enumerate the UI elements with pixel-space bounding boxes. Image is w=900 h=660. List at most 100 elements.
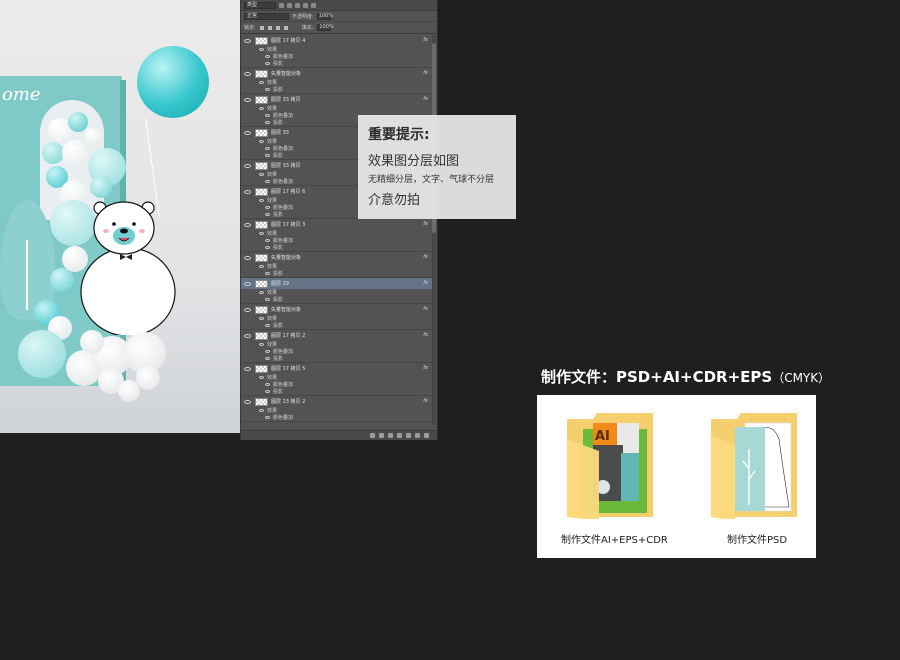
layer-filter-select[interactable]: 类型 (244, 1, 276, 9)
layer-item[interactable]: 图层 17 拷贝 3 fx 效果 颜色叠加 投影 (241, 219, 433, 252)
layer-row[interactable]: 图层 17 拷贝 2 fx (241, 330, 433, 341)
layer-effect-row[interactable]: 投影 (241, 86, 433, 93)
new-group-icon[interactable] (406, 433, 411, 438)
visibility-eye-icon[interactable] (244, 222, 251, 227)
layer-item[interactable]: 图层 17 拷贝 4 fx 效果 颜色叠加 投影 (241, 35, 433, 68)
fx-icon[interactable]: fx (423, 70, 428, 76)
effect-visibility-eye-icon[interactable] (265, 55, 270, 58)
adjustment-filter-icon[interactable] (287, 2, 292, 8)
pixel-filter-icon[interactable] (279, 2, 284, 8)
effect-visibility-eye-icon[interactable] (259, 173, 264, 176)
layer-item[interactable]: 矢量智能对象 fx 效果 投影 (241, 304, 433, 330)
effect-visibility-eye-icon[interactable] (259, 140, 264, 143)
layers-scrollbar[interactable] (432, 35, 436, 425)
layer-effect-row[interactable]: 颜色叠加 (241, 348, 433, 355)
layer-item[interactable]: 图层 17 拷贝 2 fx 效果 颜色叠加 投影 (241, 330, 433, 363)
new-fill-layer-icon[interactable] (397, 433, 402, 438)
layer-effect-row[interactable]: 颜色叠加 (241, 414, 433, 421)
visibility-eye-icon[interactable] (244, 255, 251, 260)
fx-icon[interactable]: fx (423, 365, 428, 371)
effect-visibility-eye-icon[interactable] (265, 88, 270, 91)
shape-filter-icon[interactable] (303, 2, 308, 8)
visibility-eye-icon[interactable] (244, 71, 251, 76)
lock-transparency-icon[interactable] (259, 25, 264, 30)
opacity-input[interactable]: 100% (316, 12, 333, 20)
effect-visibility-eye-icon[interactable] (265, 121, 270, 124)
fx-icon[interactable]: fx (423, 96, 428, 102)
effect-visibility-eye-icon[interactable] (265, 383, 270, 386)
effect-visibility-eye-icon[interactable] (265, 147, 270, 150)
effect-visibility-eye-icon[interactable] (265, 272, 270, 275)
fx-icon[interactable]: fx (423, 280, 428, 286)
link-layers-icon[interactable] (370, 433, 375, 438)
effect-visibility-eye-icon[interactable] (259, 81, 264, 84)
effect-visibility-eye-icon[interactable] (259, 409, 264, 412)
lock-image-icon[interactable] (267, 25, 272, 30)
effect-visibility-eye-icon[interactable] (265, 154, 270, 157)
layer-effect-row[interactable]: 投影 (241, 270, 433, 277)
visibility-eye-icon[interactable] (244, 333, 251, 338)
effect-visibility-eye-icon[interactable] (265, 357, 270, 360)
effect-visibility-eye-icon[interactable] (265, 239, 270, 242)
effect-visibility-eye-icon[interactable] (259, 48, 264, 51)
effect-visibility-eye-icon[interactable] (259, 265, 264, 268)
folder-ai-icon[interactable]: AI (565, 409, 655, 521)
effect-visibility-eye-icon[interactable] (265, 390, 270, 393)
layer-effect-row[interactable]: 投影 (241, 322, 433, 329)
effect-visibility-eye-icon[interactable] (265, 350, 270, 353)
effect-visibility-eye-icon[interactable] (259, 199, 264, 202)
effect-visibility-eye-icon[interactable] (265, 324, 270, 327)
visibility-eye-icon[interactable] (244, 366, 251, 371)
effect-visibility-eye-icon[interactable] (259, 232, 264, 235)
smart-object-filter-icon[interactable] (311, 2, 316, 8)
layer-row[interactable]: 矢量智能对象 fx (241, 252, 433, 263)
layer-effect-row[interactable]: 投影 (241, 244, 433, 251)
effect-visibility-eye-icon[interactable] (265, 114, 270, 117)
fx-icon[interactable]: fx (423, 37, 428, 43)
type-filter-icon[interactable] (295, 2, 300, 8)
fx-icon[interactable]: fx (423, 332, 428, 338)
layer-row[interactable]: 图层 17 拷贝 4 fx (241, 35, 433, 46)
layer-effect-row[interactable]: 效果 (241, 79, 433, 86)
layer-effect-row[interactable]: 效果 (241, 289, 433, 296)
layer-row[interactable]: 图层 17 拷贝 5 fx (241, 363, 433, 374)
effect-visibility-eye-icon[interactable] (259, 317, 264, 320)
visibility-eye-icon[interactable] (244, 399, 251, 404)
new-layer-icon[interactable] (415, 433, 420, 438)
layer-item[interactable]: 图层 29 fx 效果 投影 (241, 278, 433, 304)
effect-visibility-eye-icon[interactable] (259, 343, 264, 346)
lock-position-icon[interactable] (275, 25, 280, 30)
layer-effect-row[interactable]: 效果 (241, 263, 433, 270)
layer-row[interactable]: 图层 29 fx (241, 278, 433, 289)
add-mask-icon[interactable] (388, 433, 393, 438)
layer-effect-row[interactable]: 效果 (241, 105, 433, 112)
effect-visibility-eye-icon[interactable] (259, 291, 264, 294)
layer-effect-row[interactable]: 效果 (241, 407, 433, 414)
layer-row[interactable]: 矢量智能对象 fx (241, 304, 433, 315)
layer-effect-row[interactable]: 效果 (241, 315, 433, 322)
layer-effect-row[interactable]: 效果 (241, 46, 433, 53)
effect-visibility-eye-icon[interactable] (265, 246, 270, 249)
visibility-eye-icon[interactable] (244, 97, 251, 102)
visibility-eye-icon[interactable] (244, 307, 251, 312)
layer-effect-row[interactable]: 投影 (241, 388, 433, 395)
effect-visibility-eye-icon[interactable] (259, 107, 264, 110)
visibility-eye-icon[interactable] (244, 130, 251, 135)
effect-visibility-eye-icon[interactable] (259, 376, 264, 379)
layer-row[interactable]: 图层 23 拷贝 2 fx (241, 396, 433, 407)
layer-item[interactable]: 图层 17 拷贝 5 fx 效果 颜色叠加 投影 (241, 363, 433, 396)
layer-effect-row[interactable]: 效果 (241, 341, 433, 348)
layer-row[interactable]: 矢量智能对象 fx (241, 68, 433, 79)
fx-icon[interactable]: fx (423, 398, 428, 404)
effect-visibility-eye-icon[interactable] (265, 62, 270, 65)
layer-row[interactable]: 图层 33 拷贝 fx (241, 94, 433, 105)
layer-effect-row[interactable]: 投影 (241, 60, 433, 67)
layer-effect-row[interactable]: 投影 (241, 355, 433, 362)
lock-all-icon[interactable] (283, 25, 288, 30)
layer-effect-row[interactable]: 效果 (241, 230, 433, 237)
effect-visibility-eye-icon[interactable] (265, 206, 270, 209)
add-style-icon[interactable] (379, 433, 384, 438)
effect-visibility-eye-icon[interactable] (265, 180, 270, 183)
blend-mode-select[interactable]: 正常 (244, 12, 289, 20)
fx-icon[interactable]: fx (423, 254, 428, 260)
